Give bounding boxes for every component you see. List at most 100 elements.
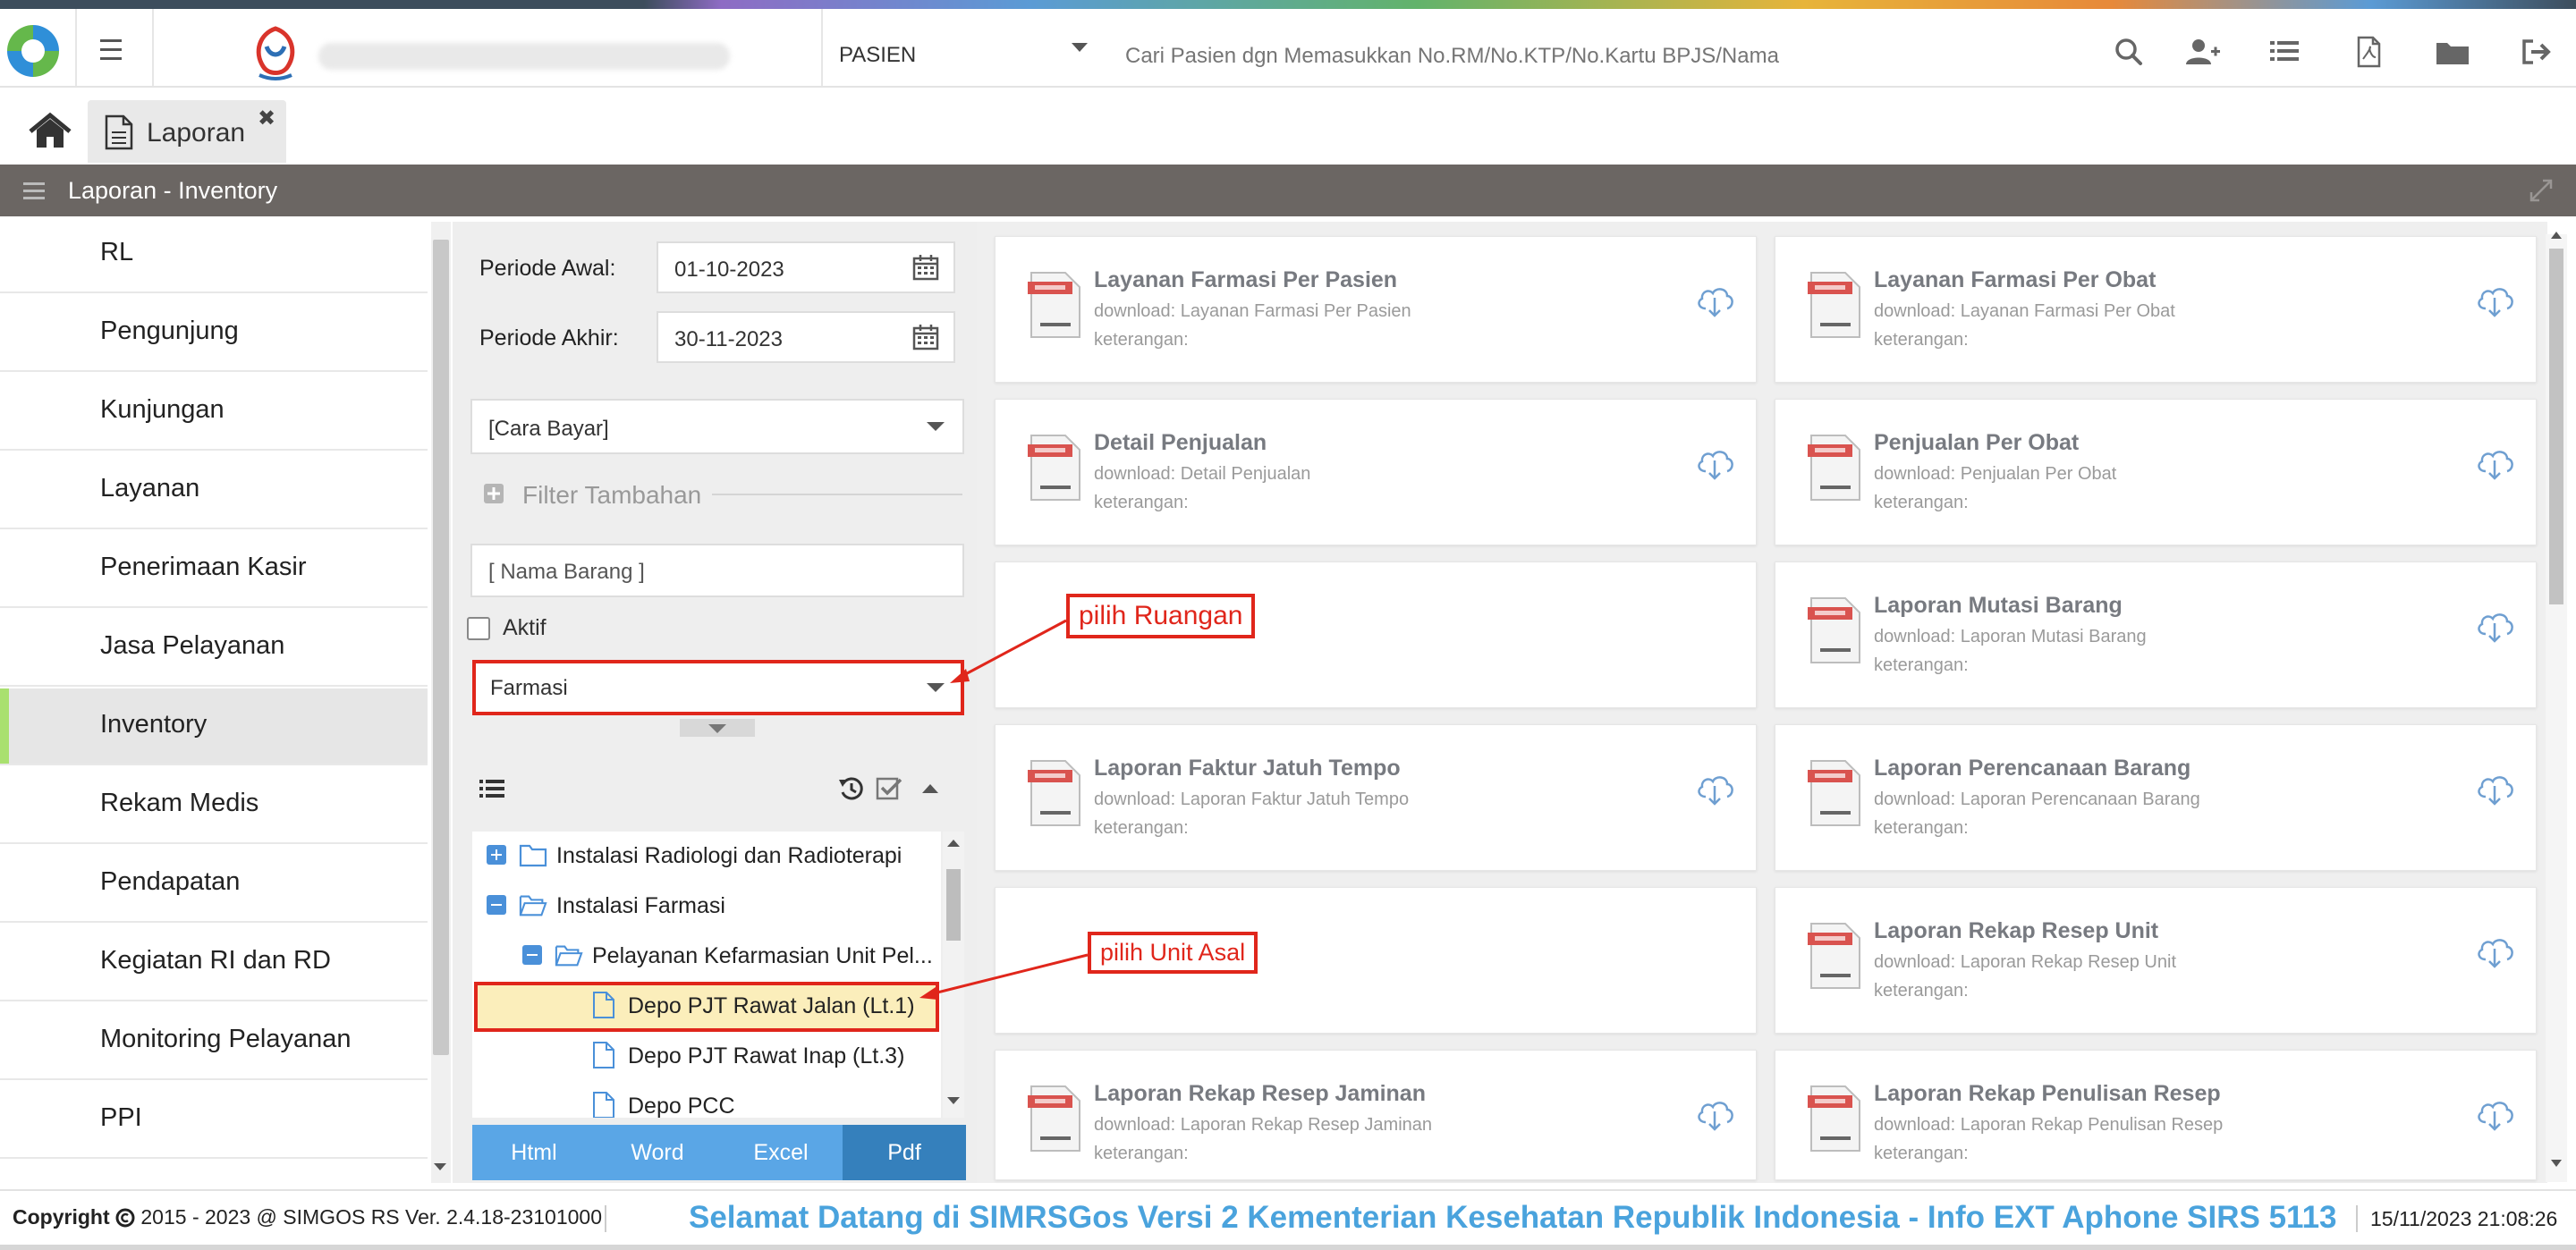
pdf-file-icon[interactable] — [2349, 34, 2388, 70]
export-excel-button[interactable]: Excel — [719, 1125, 843, 1180]
report-card-laporan-rekap-resep-unit[interactable]: Laporan Rekap Resep Unit download: Lapor… — [1775, 887, 2537, 1034]
cloud-download-icon[interactable] — [2473, 443, 2516, 482]
tree-node-instalasi-farmasi[interactable]: Instalasi Farmasi — [474, 882, 939, 930]
menu-toggle-icon[interactable] — [88, 36, 134, 64]
periode-awal-input[interactable]: 01-10-2023 — [657, 241, 955, 293]
check-square-icon[interactable] — [875, 774, 903, 803]
history-reset-icon[interactable] — [837, 774, 866, 803]
scroll-up-icon[interactable] — [2550, 231, 2563, 240]
report-card-laporan-perencanaan-barang[interactable]: Laporan Perencanaan Barang download: Lap… — [1775, 724, 2537, 871]
patient-type-select[interactable]: PASIEN — [839, 43, 916, 68]
sidebar-item-inventory[interactable]: Inventory — [0, 688, 428, 765]
report-download-link[interactable]: download: Detail Penjualan — [1094, 464, 1310, 485]
report-card-penjualan-per-obat[interactable]: Penjualan Per Obat download: Penjualan P… — [1775, 399, 2537, 545]
collapse-icon[interactable] — [522, 945, 542, 965]
sidebar-item-penerimaan-kasir[interactable]: Penerimaan Kasir — [0, 531, 428, 608]
report-download-link[interactable]: download: Laporan Mutasi Barang — [1874, 627, 2147, 647]
periode-akhir-input[interactable]: 30-11-2023 — [657, 311, 955, 363]
tree-scrollbar-thumb[interactable] — [946, 869, 961, 941]
cloud-download-icon[interactable] — [2473, 280, 2516, 319]
report-card-laporan-faktur-jatuh-tempo[interactable]: Laporan Faktur Jatuh Tempo download: Lap… — [995, 724, 1757, 871]
cloud-download-icon[interactable] — [1693, 768, 1736, 807]
scroll-down-icon[interactable] — [433, 1162, 447, 1171]
chevron-down-icon[interactable] — [927, 683, 945, 692]
sidebar-item-rekam-medis[interactable]: Rekam Medis — [0, 767, 428, 844]
chevron-down-icon[interactable] — [708, 724, 726, 733]
cloud-download-icon[interactable] — [2473, 931, 2516, 970]
chevron-down-icon[interactable] — [1070, 41, 1089, 54]
tree-node-label: Depo PCC — [628, 1094, 735, 1118]
report-card-laporan-rekap-penulisan-resep[interactable]: Laporan Rekap Penulisan Resep download: … — [1775, 1050, 2537, 1180]
expand-icon[interactable] — [2528, 177, 2555, 204]
sidebar-item-kunjungan[interactable]: Kunjungan — [0, 374, 428, 451]
nama-barang-input[interactable]: [ Nama Barang ] — [470, 544, 964, 597]
home-icon[interactable] — [27, 112, 73, 151]
report-download-link[interactable]: download: Penjualan Per Obat — [1874, 464, 2116, 485]
cloud-download-icon[interactable] — [2473, 768, 2516, 807]
close-icon[interactable]: ✖ — [258, 106, 275, 131]
tree-node-radiologi[interactable]: Instalasi Radiologi dan Radioterapi — [474, 832, 939, 880]
filter-tambahan-toggle[interactable]: Filter Tambahan — [522, 481, 701, 510]
scroll-up-icon[interactable] — [946, 839, 961, 848]
report-download-link[interactable]: download: Laporan Faktur Jatuh Tempo — [1094, 790, 1409, 810]
app-logo-icon[interactable] — [4, 21, 63, 80]
report-card-layanan-farmasi-per-pasien[interactable]: Layanan Farmasi Per Pasien download: Lay… — [995, 236, 1757, 383]
sidebar-item-ppi[interactable]: PPI — [0, 1082, 428, 1159]
collapse-icon[interactable] — [487, 895, 506, 915]
folder-icon[interactable] — [2433, 34, 2472, 70]
scroll-down-icon[interactable] — [2550, 1159, 2563, 1168]
chevron-down-icon[interactable] — [927, 422, 945, 431]
nama-barang-placeholder: [ Nama Barang ] — [488, 560, 645, 584]
report-download-link[interactable]: download: Layanan Farmasi Per Pasien — [1094, 301, 1411, 322]
tab-laporan[interactable]: Laporan ✖ — [88, 100, 286, 163]
cloud-download-icon[interactable] — [2473, 1094, 2516, 1133]
cloud-download-icon[interactable] — [1693, 280, 1736, 319]
report-card-laporan-rekap-resep-jaminan[interactable]: Laporan Rekap Resep Jaminan download: La… — [995, 1050, 1757, 1180]
sign-out-icon[interactable] — [2517, 34, 2556, 70]
export-pdf-button[interactable]: Pdf — [843, 1125, 966, 1180]
add-user-icon[interactable] — [2182, 34, 2222, 70]
sidebar-item-rl[interactable]: RL — [0, 216, 428, 293]
sidebar-item-label: Pengunjung — [100, 317, 239, 345]
report-download-link[interactable]: download: Laporan Rekap Resep Jaminan — [1094, 1115, 1432, 1136]
chevron-up-icon[interactable] — [921, 783, 939, 794]
cloud-download-icon[interactable] — [1693, 1094, 1736, 1133]
cara-bayar-select[interactable]: [Cara Bayar] — [470, 399, 964, 454]
report-scrollbar-thumb[interactable] — [2549, 249, 2563, 604]
calendar-icon[interactable] — [912, 324, 939, 351]
report-download-link[interactable]: download: Laporan Perencanaan Barang — [1874, 790, 2200, 810]
expand-icon[interactable] — [487, 845, 506, 865]
report-download-link[interactable]: download: Laporan Rekap Resep Unit — [1874, 952, 2176, 973]
calendar-icon[interactable] — [912, 254, 939, 281]
tree-node-depo-rawat-inap[interactable]: Depo PJT Rawat Inap (Lt.3) — [474, 1032, 939, 1080]
sidebar-item-layanan[interactable]: Layanan — [0, 452, 428, 529]
tree-node-depo-rawat-jalan[interactable]: Depo PJT Rawat Jalan (Lt.1) — [474, 982, 939, 1030]
list-icon[interactable] — [2265, 34, 2304, 70]
search-icon[interactable] — [2109, 34, 2148, 70]
sidebar-item-jasa-pelayanan[interactable]: Jasa Pelayanan — [0, 610, 428, 687]
aktif-checkbox[interactable] — [467, 617, 490, 640]
sidebar-item-kegiatan-ri-rd[interactable]: Kegiatan RI dan RD — [0, 925, 428, 1001]
panel-title: Laporan - Inventory — [68, 177, 278, 204]
sidebar-item-pendapatan[interactable]: Pendapatan — [0, 846, 428, 923]
scroll-down-icon[interactable] — [946, 1096, 961, 1105]
report-card-laporan-mutasi-barang[interactable]: Laporan Mutasi Barang download: Laporan … — [1775, 562, 2537, 708]
report-card-layanan-farmasi-per-obat[interactable]: Layanan Farmasi Per Obat download: Layan… — [1775, 236, 2537, 383]
export-html-button[interactable]: Html — [472, 1125, 596, 1180]
cloud-download-icon[interactable] — [2473, 605, 2516, 645]
report-download-link[interactable]: download: Layanan Farmasi Per Obat — [1874, 301, 2175, 322]
report-download-link[interactable]: download: Laporan Rekap Penulisan Resep — [1874, 1115, 2223, 1136]
top-navbar: PASIEN — [0, 9, 2576, 88]
patient-search-input[interactable] — [1123, 43, 1928, 70]
report-card-detail-penjualan[interactable]: Detail Penjualan download: Detail Penjua… — [995, 399, 1757, 545]
cloud-download-icon[interactable] — [1693, 443, 1736, 482]
tree-node-pelayanan-kefarmasian[interactable]: Pelayanan Kefarmasian Unit Pel... — [474, 932, 939, 980]
sidebar-item-pengunjung[interactable]: Pengunjung — [0, 295, 428, 372]
panel-menu-icon[interactable] — [21, 180, 47, 201]
plus-square-icon[interactable] — [483, 483, 504, 504]
sidebar-item-monitoring-pelayanan[interactable]: Monitoring Pelayanan — [0, 1003, 428, 1080]
sidebar-scrollbar-thumb[interactable] — [433, 240, 449, 1055]
export-word-button[interactable]: Word — [596, 1125, 719, 1180]
ruangan-select[interactable]: Farmasi — [472, 660, 964, 715]
tree-node-depo-pcc[interactable]: Depo PCC — [474, 1082, 939, 1118]
